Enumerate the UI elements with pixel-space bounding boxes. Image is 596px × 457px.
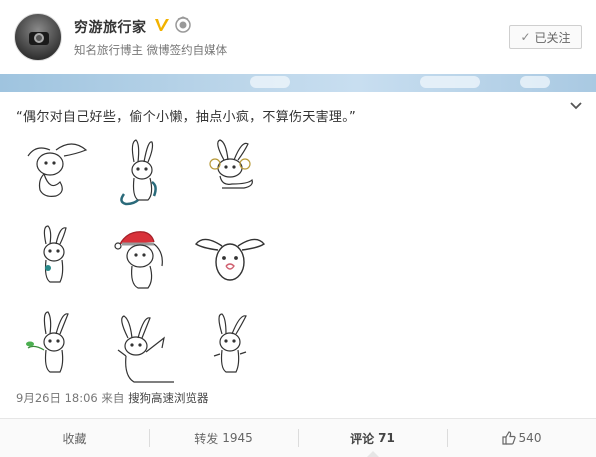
repost-button[interactable]: 转发 1945: [149, 419, 298, 457]
image-thumbnail[interactable]: [192, 134, 272, 214]
user-description: 知名旅行博主 微博签约自媒体: [74, 43, 228, 57]
rabbit-sketch-7: [26, 311, 69, 373]
post-header: 穷游旅行家 知名旅行博主 微博签约自媒体 ✓ 已关注: [0, 0, 596, 74]
comment-count: 71: [378, 431, 395, 445]
post-source[interactable]: 搜狗高速浏览器: [128, 391, 209, 405]
favorite-label: 收藏: [62, 431, 87, 446]
medal-icon[interactable]: [174, 16, 192, 34]
action-bar: 收藏 转发 1945 评论 71 540: [0, 418, 596, 457]
followed-button[interactable]: ✓ 已关注: [509, 25, 582, 49]
repost-label: 转发: [194, 431, 219, 446]
image-thumbnail[interactable]: [104, 134, 184, 214]
verified-v-icon: [155, 19, 169, 31]
check-icon: ✓: [520, 30, 531, 44]
like-button[interactable]: 540: [447, 419, 596, 457]
thumbs-up-icon: [501, 431, 516, 445]
avatar[interactable]: [14, 13, 62, 61]
rabbit-sketch-4: [43, 225, 67, 283]
repost-count: 1945: [222, 431, 253, 445]
post-date[interactable]: 9月26日 18:06: [16, 391, 98, 405]
image-thumbnail[interactable]: [16, 134, 96, 214]
chevron-down-icon[interactable]: [569, 99, 583, 113]
rabbit-sketch-6: [194, 238, 266, 281]
post-text: “偶尔对自己好些，偷个小懒，抽点小疯，不算伤天害理。”: [16, 110, 357, 125]
rabbit-sketch-1: [27, 143, 88, 197]
source-prefix: 来自: [101, 391, 125, 405]
favorite-button[interactable]: 收藏: [0, 419, 149, 457]
image-thumbnail[interactable]: [192, 310, 272, 390]
image-thumbnail[interactable]: [192, 222, 272, 302]
comment-button[interactable]: 评论 71: [298, 419, 447, 457]
rabbit-sketch-3: [209, 139, 253, 189]
rabbit-sketch-9: [213, 313, 247, 373]
image-thumbnail[interactable]: [104, 310, 184, 390]
image-thumbnail[interactable]: [16, 310, 96, 390]
rabbit-sketch-2: [120, 139, 157, 206]
image-grid: [16, 134, 272, 390]
followed-label: 已关注: [534, 30, 571, 45]
image-thumbnail[interactable]: [104, 222, 184, 302]
rabbit-sketch-8: [117, 315, 174, 383]
post-meta: 9月26日 18:06 来自 搜狗高速浏览器: [16, 390, 209, 406]
like-count: 540: [518, 431, 542, 445]
image-thumbnail[interactable]: [16, 222, 96, 302]
comment-label: 评论: [350, 431, 375, 446]
profile-banner: [0, 74, 596, 92]
rabbit-sketch-5: [114, 231, 163, 289]
user-name[interactable]: 穷游旅行家: [74, 17, 147, 37]
